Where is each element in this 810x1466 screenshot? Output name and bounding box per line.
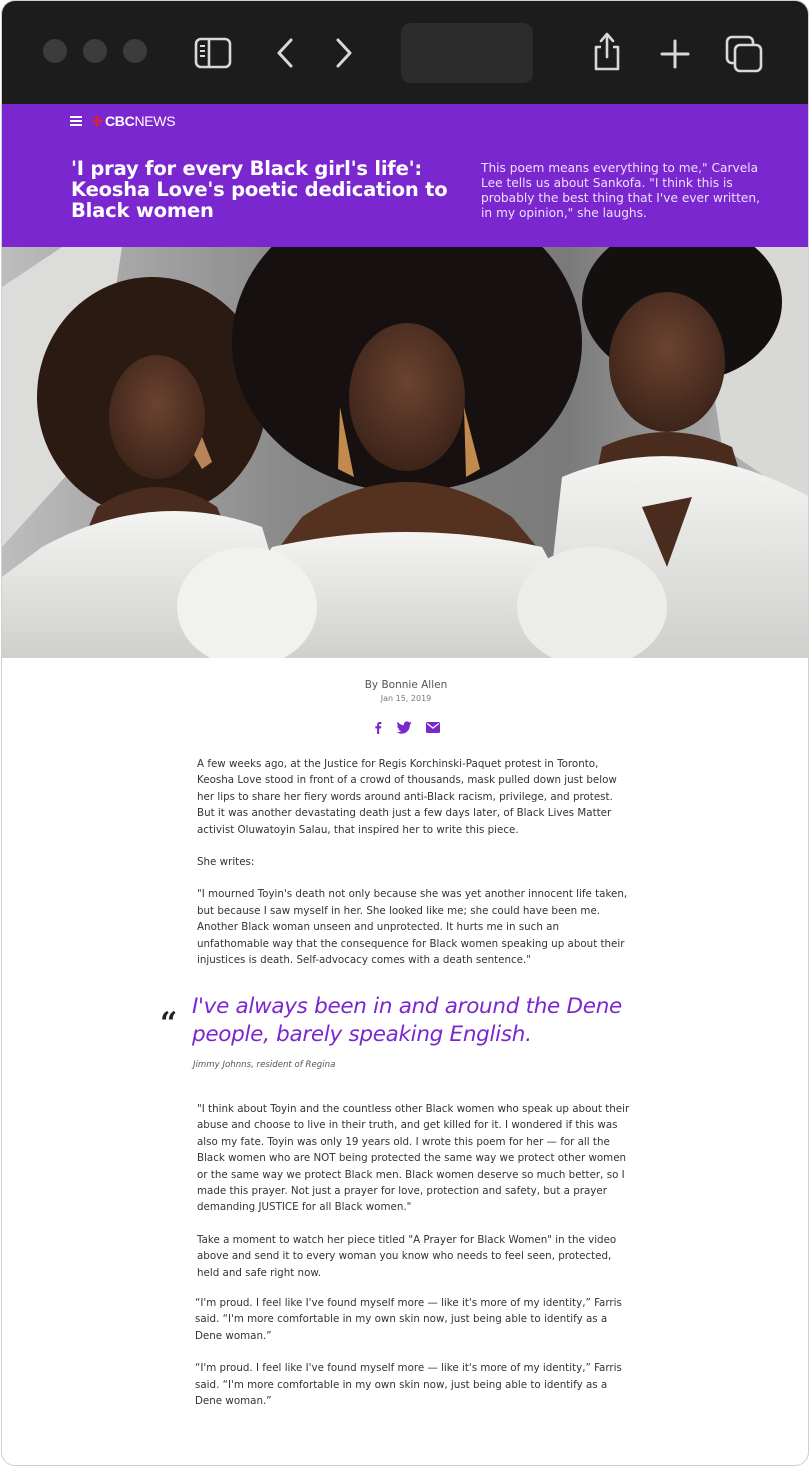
- pull-quote: I've always been in and around the Dene …: [192, 994, 622, 1047]
- pull-quote-citation: Jimmy Johnns, resident of Regina: [193, 1060, 336, 1070]
- author-name[interactable]: By Bonnie Allen: [2, 679, 808, 691]
- close-window-button[interactable]: [43, 39, 67, 63]
- paragraph: “I'm proud. I feel like I've found mysel…: [195, 1297, 622, 1342]
- article-body-bottom: "I think about Toyin and the countless o…: [197, 1101, 631, 1281]
- twitter-icon[interactable]: [397, 721, 412, 734]
- address-bar[interactable]: [401, 23, 533, 83]
- sidebar-icon[interactable]: [194, 37, 232, 69]
- back-icon[interactable]: [274, 37, 296, 69]
- article-body-top: A few weeks ago, at the Justice for Regi…: [197, 756, 629, 968]
- byline: By Bonnie Allen Jan 15, 2019: [2, 679, 808, 703]
- email-icon[interactable]: [426, 722, 440, 733]
- cbc-gem-icon: [91, 115, 103, 127]
- paragraph: She writes:: [197, 856, 255, 869]
- site-nav: CBCNEWS: [70, 113, 176, 129]
- page-title: 'I pray for every Black girl's life': Ke…: [71, 157, 448, 222]
- publish-date: Jan 15, 2019: [380, 694, 432, 703]
- article-body-quotes: “I'm proud. I feel like I've found mysel…: [195, 1295, 629, 1409]
- zoom-window-button[interactable]: [123, 39, 147, 63]
- brand-regular: NEWS: [134, 113, 176, 129]
- share-bar: [373, 721, 440, 734]
- hero-photo: [2, 247, 808, 658]
- paragraph: "I think about Toyin and the countless o…: [197, 1103, 630, 1214]
- facebook-icon[interactable]: [373, 721, 383, 734]
- tabs-overview-icon[interactable]: [724, 34, 764, 74]
- paragraph: A few weeks ago, at the Justice for Regi…: [197, 758, 617, 836]
- new-tab-icon[interactable]: [660, 39, 690, 69]
- paragraph: "I mourned Toyin's death not only becaus…: [197, 888, 628, 967]
- menu-icon[interactable]: [70, 116, 82, 126]
- share-icon[interactable]: [591, 31, 623, 73]
- article-deck: This poem means everything to me," Carve…: [481, 161, 760, 220]
- forward-icon[interactable]: [333, 37, 355, 69]
- paragraph: Take a moment to watch her piece titled …: [197, 1233, 617, 1279]
- browser-window: CBCNEWS 'I pray for every Black girl's l…: [1, 0, 809, 1466]
- minimize-window-button[interactable]: [83, 39, 107, 63]
- quote-mark-icon: “: [160, 1006, 178, 1041]
- article-header: CBCNEWS 'I pray for every Black girl's l…: [2, 104, 808, 247]
- browser-toolbar: [2, 1, 808, 104]
- brand-bold: CBC: [105, 113, 135, 129]
- paragraph: “I'm proud. I feel like I've found mysel…: [195, 1362, 622, 1408]
- site-logo[interactable]: CBCNEWS: [105, 113, 176, 129]
